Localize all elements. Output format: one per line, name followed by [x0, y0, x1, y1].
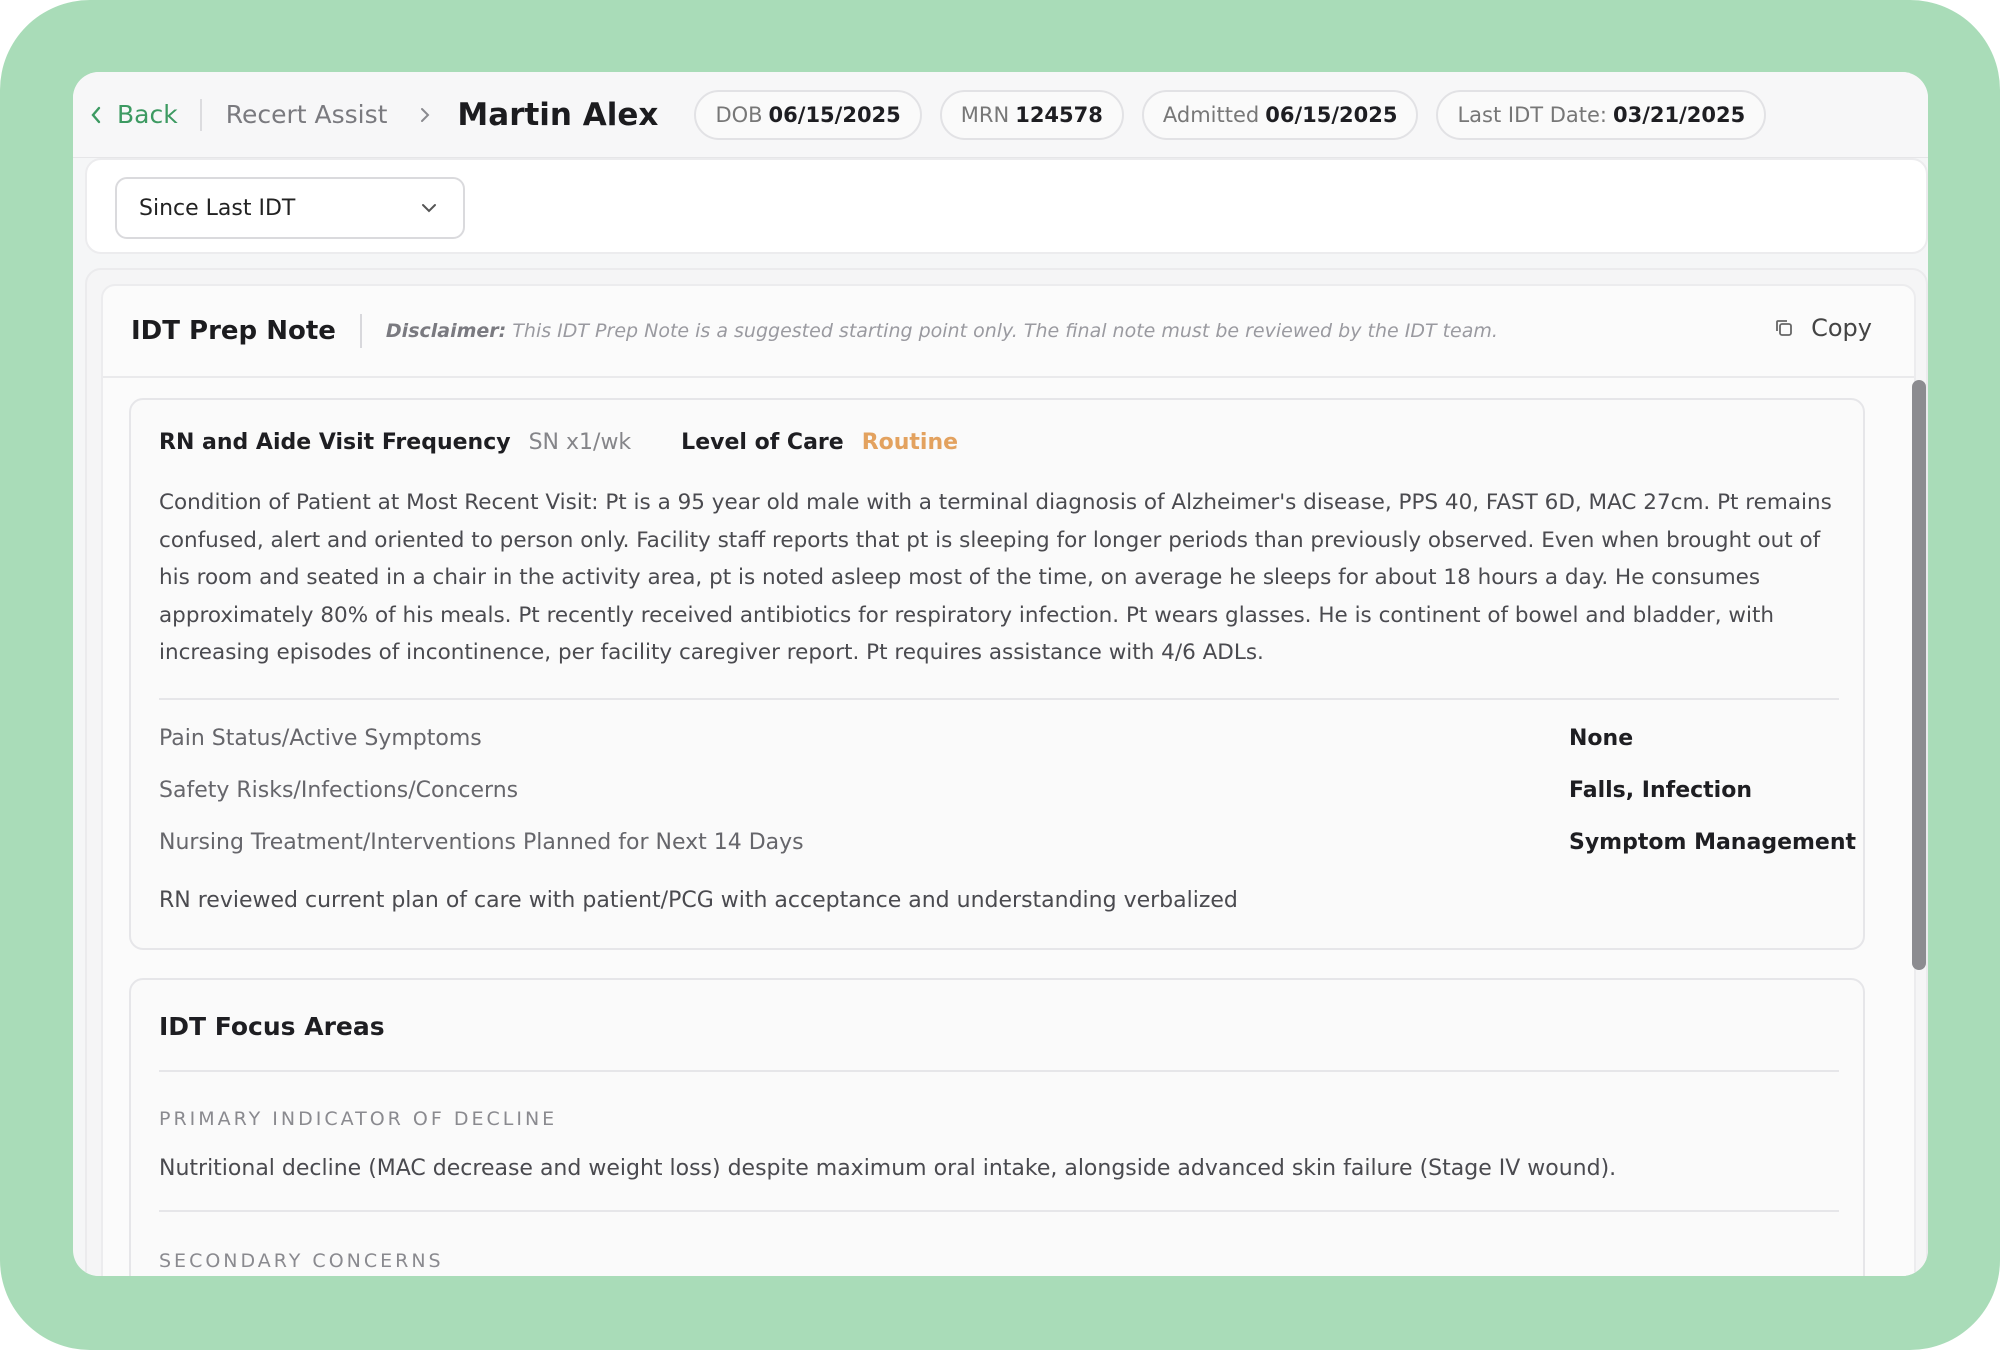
detail-key: Safety Risks/Infections/Concerns: [159, 778, 519, 803]
rn-review-text: RN reviewed current plan of care with pa…: [159, 888, 1238, 913]
level-of-care-value: Routine: [861, 430, 959, 455]
back-button[interactable]: Back: [89, 100, 200, 129]
period-select[interactable]: Since Last IDT: [115, 177, 465, 239]
header-divider: [199, 98, 202, 131]
detail-value: Falls, Infection: [1569, 778, 1752, 803]
dob-label: DOB: [715, 102, 763, 127]
period-select-value: Since Last IDT: [139, 195, 296, 221]
detail-key: Nursing Treatment/Interventions Planned …: [159, 830, 804, 855]
secondary-concerns-label: SECONDARY CONCERNS: [159, 1250, 444, 1272]
divider: [159, 1070, 1839, 1072]
mrn-pill: MRN 124578: [939, 89, 1124, 140]
divider: [159, 1210, 1839, 1212]
note-title: IDT Prep Note: [131, 316, 336, 346]
detail-row-safety: Safety Risks/Infections/Concerns Falls, …: [159, 778, 1839, 803]
outer-frame: Back Recert Assist Martin Alex DOB 06/15…: [0, 0, 2000, 1350]
focus-areas-title: IDT Focus Areas: [159, 1012, 385, 1041]
patient-name: Martin Alex: [457, 96, 659, 133]
visit-summary-card: RN and Aide Visit Frequency SN x1/wk Lev…: [129, 398, 1865, 950]
frequency-value: SN x1/wk: [528, 430, 632, 455]
frequency-label: RN and Aide Visit Frequency: [159, 430, 511, 455]
last-idt-label: Last IDT Date:: [1457, 102, 1608, 127]
detail-row-nursing: Nursing Treatment/Interventions Planned …: [159, 830, 1856, 855]
copy-icon: [1776, 320, 1793, 336]
detail-row-pain: Pain Status/Active Symptoms None: [159, 726, 1839, 751]
divider: [159, 698, 1839, 700]
copy-button[interactable]: Copy: [1773, 314, 1872, 342]
primary-indicator-text: Nutritional decline (MAC decrease and we…: [159, 1156, 1617, 1181]
dob-pill: DOB 06/15/2025: [694, 89, 922, 140]
admitted-value: 06/15/2025: [1265, 102, 1398, 127]
mrn-value: 124578: [1015, 102, 1103, 127]
admitted-label: Admitted: [1162, 102, 1260, 127]
condition-text: Condition of Patient at Most Recent Visi…: [159, 490, 1832, 666]
frequency-row: RN and Aide Visit Frequency SN x1/wk Lev…: [159, 430, 958, 455]
dob-value: 06/15/2025: [768, 102, 901, 127]
chevron-left-icon: [91, 106, 101, 123]
note-header: IDT Prep Note Disclaimer: This IDT Prep …: [103, 286, 1914, 378]
app-window: Back Recert Assist Martin Alex DOB 06/15…: [73, 72, 1928, 1276]
focus-areas-card: IDT Focus Areas PRIMARY INDICATOR OF DEC…: [129, 978, 1865, 1276]
note-header-divider: [359, 314, 362, 348]
level-of-care-label: Level of Care: [681, 430, 844, 455]
disclaimer: Disclaimer: This IDT Prep Note is a sugg…: [386, 320, 1498, 342]
filter-bar: Since Last IDT: [85, 158, 1928, 254]
detail-value: None: [1569, 726, 1634, 751]
back-label: Back: [117, 100, 178, 129]
detail-key: Pain Status/Active Symptoms: [159, 726, 482, 751]
breadcrumb-recert-assist[interactable]: Recert Assist: [226, 100, 388, 129]
last-idt-pill: Last IDT Date: 03/21/2025: [1436, 89, 1767, 140]
disclaimer-text: This IDT Prep Note is a suggested starti…: [512, 320, 1498, 342]
mrn-label: MRN: [960, 102, 1010, 127]
idt-note-panel: IDT Prep Note Disclaimer: This IDT Prep …: [85, 268, 1928, 1276]
chevron-down-icon: [422, 204, 436, 213]
patient-header: Back Recert Assist Martin Alex DOB 06/15…: [73, 72, 1928, 158]
disclaimer-label: Disclaimer:: [385, 320, 507, 342]
scrollbar-thumb[interactable]: [1912, 380, 1926, 970]
last-idt-value: 03/21/2025: [1613, 102, 1746, 127]
copy-label: Copy: [1811, 314, 1872, 342]
admitted-pill: Admitted 06/15/2025: [1141, 89, 1419, 140]
idt-note-card: IDT Prep Note Disclaimer: This IDT Prep …: [101, 284, 1916, 1276]
primary-indicator-label: PRIMARY INDICATOR OF DECLINE: [159, 1108, 558, 1130]
chevron-right-icon: [419, 106, 431, 124]
detail-value: Symptom Management: [1569, 830, 1857, 855]
